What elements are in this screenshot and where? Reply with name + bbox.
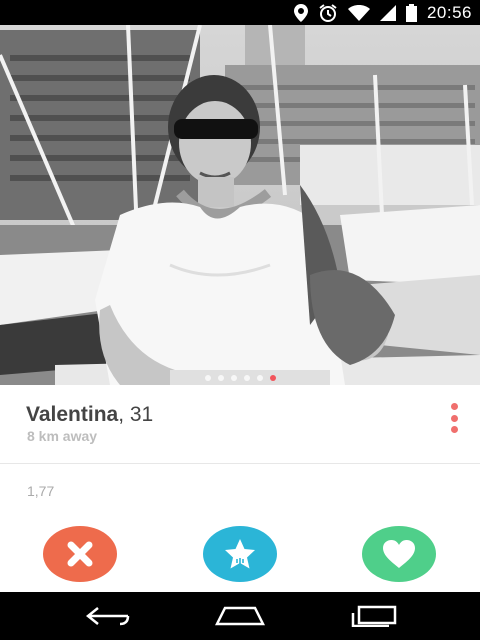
more-options-icon[interactable] (444, 403, 464, 433)
super-like-button[interactable] (203, 526, 277, 582)
photo-dot[interactable] (256, 375, 263, 381)
alarm-icon (318, 3, 338, 23)
status-bar: 20:56 (0, 0, 480, 25)
wifi-icon (347, 4, 370, 21)
recent-apps-icon[interactable] (350, 604, 398, 628)
photo-dot[interactable] (230, 375, 237, 381)
photo-dot[interactable] (217, 375, 224, 381)
name-age: Valentina, 31 (26, 403, 153, 427)
profile-name: Valentina (26, 403, 119, 426)
navigation-bar (0, 592, 480, 640)
status-time: 20:56 (426, 2, 472, 22)
signal-icon (379, 4, 396, 21)
profile-height: 1,77 (27, 483, 55, 499)
profile-distance: 8 km away (27, 428, 98, 444)
location-icon (293, 3, 308, 22)
battery-icon (405, 3, 417, 22)
heart-icon (383, 540, 415, 568)
back-icon[interactable] (82, 604, 132, 628)
profile-info[interactable]: Valentina, 31 8 km away (0, 385, 480, 464)
profile-photo[interactable] (0, 25, 480, 385)
status-icons: 20:56 (293, 0, 472, 25)
home-icon[interactable] (214, 604, 266, 628)
photo-dot[interactable] (243, 375, 250, 381)
like-button[interactable] (362, 526, 436, 582)
profile-age: , 31 (118, 403, 154, 426)
photo-dot[interactable] (204, 375, 211, 381)
star-icon (225, 539, 255, 569)
photo-dot-active[interactable] (269, 375, 276, 381)
nope-button[interactable] (43, 526, 117, 582)
close-icon (67, 541, 93, 567)
photo-pagination (0, 375, 480, 385)
